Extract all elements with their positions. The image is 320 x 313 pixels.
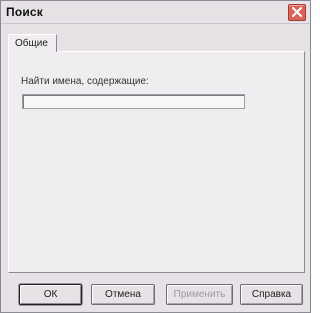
title-bar[interactable]: Поиск: [1, 1, 310, 24]
tab-general[interactable]: Общие: [8, 34, 57, 52]
tab-general-label: Общие: [15, 38, 48, 49]
help-button[interactable]: Справка: [240, 284, 303, 305]
search-dialog: Поиск Общие Найти имена, содержащие: ОК …: [0, 0, 311, 313]
apply-button[interactable]: Применить: [166, 284, 233, 305]
close-icon: [292, 7, 302, 17]
search-field-label: Найти имена, содержащие:: [21, 76, 149, 87]
window-title: Поиск: [6, 5, 44, 19]
cancel-button[interactable]: Отмена: [91, 284, 155, 305]
search-names-input[interactable]: [22, 94, 245, 109]
ok-button[interactable]: ОК: [19, 284, 82, 305]
close-button[interactable]: [288, 4, 306, 21]
tab-panel-general: Найти имена, содержащие:: [8, 51, 305, 273]
